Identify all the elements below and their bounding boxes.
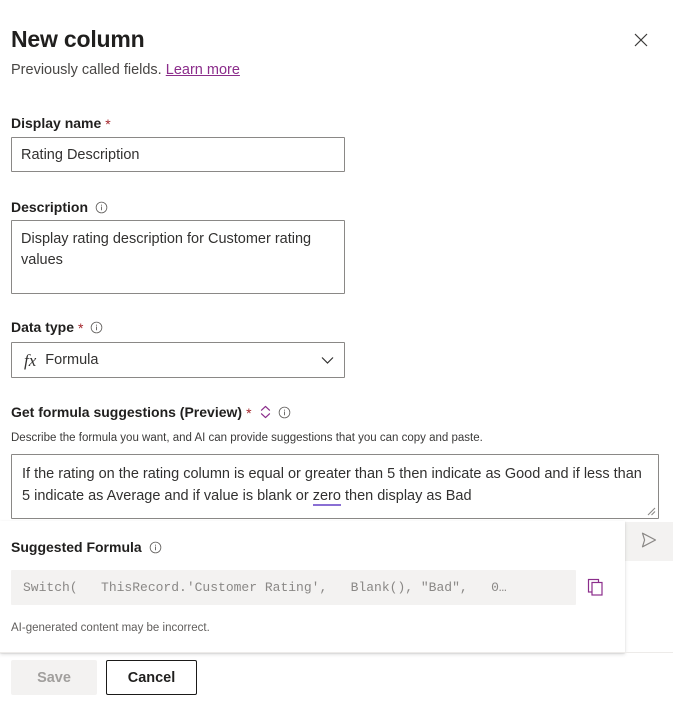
send-icon	[639, 531, 659, 552]
copy-icon	[586, 577, 605, 599]
panel-subtitle-text: Previously called fields.	[11, 62, 166, 78]
info-icon[interactable]	[90, 321, 103, 334]
formula-prompt-text-part2: then display as Bad	[341, 488, 472, 504]
suggested-formula-value: Switch( ThisRecord.'Customer Rating', Bl…	[11, 570, 576, 605]
formula-suggestions-label: Get formula suggestions (Preview) *	[11, 403, 291, 421]
formula-prompt-spellcheck-word: zero	[313, 488, 341, 506]
chevron-down-icon	[321, 356, 334, 365]
required-asterisk: *	[246, 406, 251, 420]
new-column-panel: New column Previously called fields. Lea…	[0, 0, 673, 706]
fx-icon: fx	[24, 352, 36, 369]
display-name-label: Display name *	[11, 114, 111, 132]
suggested-formula-label-text: Suggested Formula	[11, 538, 142, 556]
data-type-selected-value: Formula	[45, 352, 321, 368]
formula-prompt-textarea[interactable]: If the rating on the rating column is eq…	[11, 454, 659, 519]
display-name-input[interactable]	[11, 137, 345, 172]
description-textarea[interactable]	[11, 220, 345, 294]
info-icon[interactable]	[278, 406, 291, 419]
data-type-label: Data type *	[11, 318, 103, 336]
cancel-button[interactable]: Cancel	[106, 660, 197, 695]
save-button[interactable]: Save	[11, 660, 97, 695]
description-label: Description	[11, 198, 108, 216]
copy-formula-button[interactable]	[583, 576, 607, 600]
ai-disclaimer-text: AI-generated content may be incorrect.	[11, 621, 210, 636]
display-name-label-text: Display name	[11, 114, 101, 132]
info-icon[interactable]	[149, 541, 162, 554]
required-asterisk: *	[78, 321, 83, 335]
required-asterisk: *	[105, 117, 110, 131]
formula-suggestions-helper-text: Describe the formula you want, and AI ca…	[11, 431, 611, 446]
close-button[interactable]	[627, 27, 655, 55]
footer-divider	[0, 652, 673, 653]
close-icon	[634, 33, 648, 50]
send-prompt-button[interactable]	[625, 522, 673, 561]
suggested-formula-label: Suggested Formula	[11, 538, 162, 556]
info-icon[interactable]	[95, 201, 108, 214]
description-label-text: Description	[11, 198, 88, 216]
data-type-label-text: Data type	[11, 318, 74, 336]
formula-suggestions-label-text: Get formula suggestions (Preview)	[11, 403, 242, 421]
page-title: New column	[11, 24, 144, 54]
data-type-dropdown[interactable]: fx Formula	[11, 342, 345, 378]
preview-chevrons-icon	[260, 405, 271, 419]
learn-more-link[interactable]: Learn more	[166, 62, 240, 78]
panel-subtitle: Previously called fields. Learn more	[11, 60, 240, 80]
